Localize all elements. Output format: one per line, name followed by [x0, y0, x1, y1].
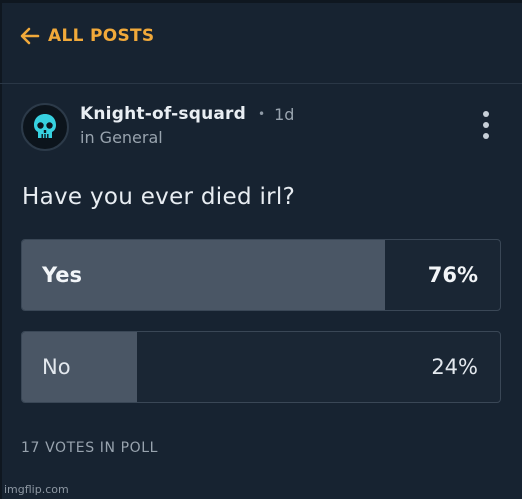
menu-dot [483, 133, 489, 139]
all-posts-link[interactable]: ALL POSTS [20, 26, 154, 46]
all-posts-label: ALL POSTS [48, 26, 155, 46]
poll-option-label: Yes [42, 263, 83, 287]
poll-option-yes[interactable]: Yes 76% [21, 239, 501, 311]
menu-dot [483, 122, 489, 128]
avatar[interactable] [21, 103, 69, 151]
poll-question: Have you ever died irl? [22, 184, 296, 210]
poll-option-percent: 24% [431, 355, 478, 379]
watermark: imgflip.com [4, 483, 69, 496]
poll-option-label: No [42, 355, 71, 379]
post-community[interactable]: in General [80, 128, 163, 147]
poll-option-fill [22, 332, 137, 402]
post-meta: Knight-of-squard • 1d [80, 104, 294, 124]
poll-option-percent: 76% [427, 263, 478, 287]
menu-dot [483, 111, 489, 117]
poll-option-no[interactable]: No 24% [21, 331, 501, 403]
post-age: 1d [274, 104, 295, 124]
skull-icon [34, 114, 56, 138]
meta-separator: • [258, 107, 266, 121]
poll-vote-count: 17 VOTES IN POLL [21, 440, 159, 456]
header-divider [0, 83, 522, 84]
author-name[interactable]: Knight-of-squard [80, 104, 246, 124]
kebab-menu-icon[interactable] [480, 109, 492, 141]
arrow-left-icon [20, 27, 40, 45]
